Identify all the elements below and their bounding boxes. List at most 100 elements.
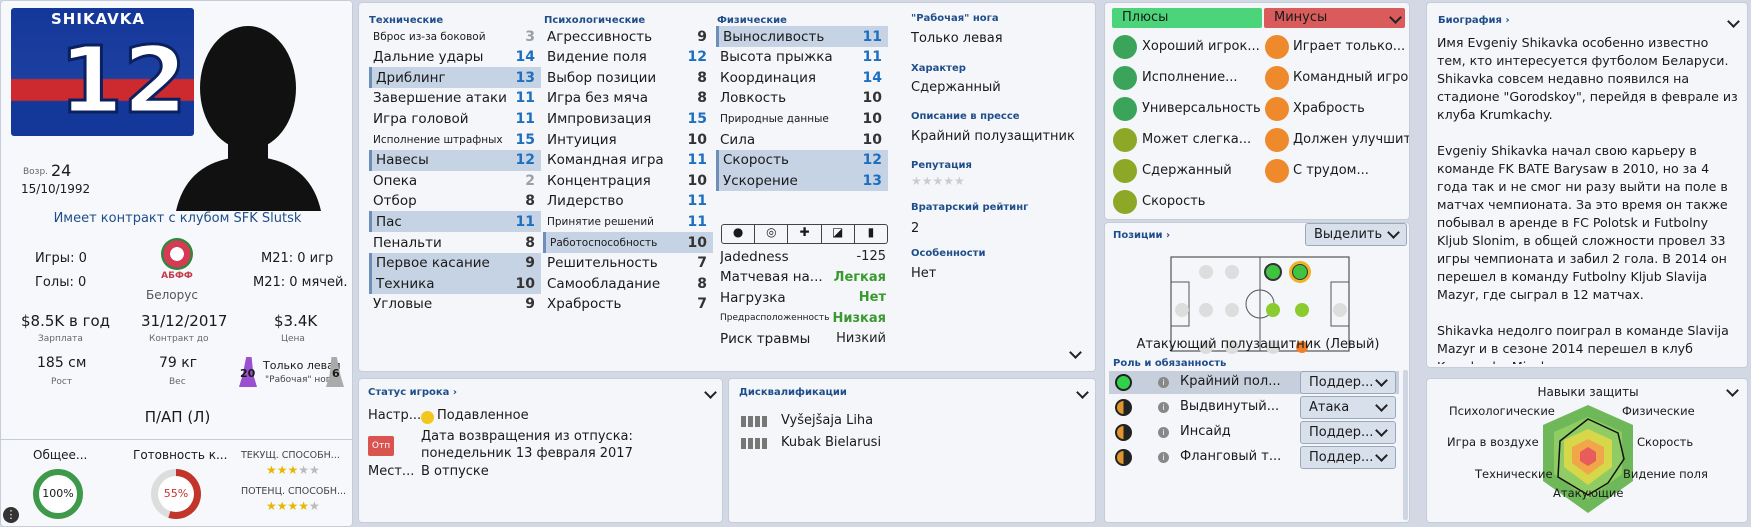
- attribute-row[interactable]: Агрессивность 9: [543, 26, 713, 47]
- pro-item[interactable]: Сдержанный: [1142, 163, 1232, 178]
- attribute-row[interactable]: Выбор позиции 8: [543, 67, 713, 88]
- chart-tab-icon[interactable]: ▮: [855, 225, 887, 243]
- con-item[interactable]: Должен улучшит...: [1293, 132, 1409, 147]
- attribute-row[interactable]: Игра головой 11: [369, 108, 541, 129]
- biography-chevron-icon[interactable]: [1727, 15, 1740, 28]
- character-header: Характер: [911, 63, 966, 74]
- info-icon[interactable]: i: [1158, 452, 1169, 463]
- attribute-row[interactable]: Отбор 8: [369, 191, 541, 212]
- attribute-row[interactable]: Дальние удары 14: [369, 47, 541, 68]
- attribute-row[interactable]: Самообладание 8: [543, 273, 713, 294]
- position-dot[interactable]: [1225, 265, 1239, 279]
- role-name[interactable]: Инсайд: [1180, 424, 1231, 439]
- attribute-row[interactable]: Угловые 9: [369, 294, 541, 315]
- role-name[interactable]: Фланговый т...: [1180, 449, 1281, 464]
- attribute-row[interactable]: Координация 14: [716, 67, 888, 88]
- pro-item[interactable]: Скорость: [1142, 194, 1205, 209]
- position-dot[interactable]: [1225, 303, 1239, 317]
- role-name[interactable]: Крайний пол...: [1180, 374, 1281, 389]
- attribute-row[interactable]: Концентрация 10: [543, 170, 713, 191]
- con-item[interactable]: С трудом...: [1293, 163, 1369, 178]
- attribute-row[interactable]: Первое касание 9: [369, 252, 541, 274]
- attribute-row[interactable]: Ускорение 13: [716, 170, 888, 192]
- position-dot[interactable]: [1175, 303, 1189, 317]
- attribute-row[interactable]: Решительность 7: [543, 253, 713, 274]
- position-dot[interactable]: [1199, 265, 1213, 279]
- pro-item[interactable]: Универсальность: [1142, 101, 1261, 116]
- attribute-row[interactable]: Природные данные 10: [716, 108, 888, 129]
- attribute-row[interactable]: Интуиция 10: [543, 129, 713, 150]
- con-item[interactable]: Играет только...: [1293, 39, 1405, 54]
- position-dot[interactable]: [1264, 263, 1282, 281]
- position-dot[interactable]: [1266, 303, 1280, 317]
- football-tab-icon[interactable]: ◎: [755, 225, 789, 243]
- attribute-row[interactable]: Опека 2: [369, 170, 541, 191]
- duty-value: Поддер...: [1309, 450, 1374, 465]
- pro-icon: [1113, 128, 1137, 152]
- attribute-row[interactable]: Игра без мяча 8: [543, 88, 713, 109]
- info-tab-icon[interactable]: ●: [722, 225, 756, 243]
- radar-axis-label: Психологические: [1449, 404, 1555, 418]
- attribute-row[interactable]: Командная игра 11: [543, 150, 713, 171]
- info-icon[interactable]: i: [1158, 402, 1169, 413]
- biography-panel: Биография › Имя Evgeniy Shikavka особенн…: [1426, 2, 1748, 368]
- positions-title[interactable]: Позиции ›: [1113, 230, 1170, 241]
- contract-status[interactable]: Имеет контракт с клубом SFK Slutsk: [1, 211, 352, 226]
- pros-cons-panel: Плюсы Минусы Хороший игрок... Исполнение.…: [1104, 2, 1410, 220]
- con-item[interactable]: Храбрость: [1293, 101, 1365, 116]
- attribute-row[interactable]: Работоспособность 10: [543, 232, 713, 253]
- attribute-row[interactable]: Дриблинг 13: [369, 67, 541, 89]
- position-dot[interactable]: [1199, 303, 1213, 317]
- pro-item[interactable]: Хороший игрок...: [1142, 39, 1260, 54]
- attribute-row[interactable]: Принятие решений 11: [543, 211, 713, 232]
- attribute-row[interactable]: Видение поля 12: [543, 47, 713, 68]
- info-icon[interactable]: ⋮: [3, 507, 19, 523]
- status-title[interactable]: Статус игрока ›: [368, 387, 457, 398]
- attribute-row[interactable]: Скорость 12: [716, 149, 888, 171]
- roles-scrollbar[interactable]: [1403, 370, 1408, 520]
- con-item[interactable]: Командный игрок: [1293, 70, 1409, 85]
- attribute-value: 8: [697, 90, 707, 107]
- info-icon[interactable]: i: [1158, 427, 1169, 438]
- attribute-row[interactable]: Пас 11: [369, 211, 541, 233]
- attribute-value: 11: [687, 213, 707, 230]
- attribute-row[interactable]: Выносливость 11: [716, 26, 888, 47]
- attribute-row[interactable]: Храбрость 7: [543, 294, 713, 315]
- attribute-row[interactable]: Сила 10: [716, 129, 888, 150]
- pro-item[interactable]: Исполнение...: [1142, 70, 1237, 85]
- position-dot[interactable]: [1333, 303, 1347, 317]
- suspensions-chevron-icon[interactable]: [1076, 386, 1089, 399]
- condition-name: Предрасположенность к т...: [720, 313, 833, 323]
- attribute-value: 13: [862, 172, 882, 189]
- nationality[interactable]: Белорус: [146, 288, 198, 302]
- biography-title[interactable]: Биография ›: [1438, 15, 1510, 26]
- attribute-row[interactable]: Исполнение штрафных 15: [369, 129, 541, 150]
- attribute-row[interactable]: Ловкость 10: [716, 88, 888, 109]
- attribute-row[interactable]: Завершение атаки 11: [369, 88, 541, 109]
- attribute-value: 10: [862, 110, 882, 127]
- attribute-row[interactable]: Пенальти 8: [369, 232, 541, 253]
- attribute-row[interactable]: Высота прыжка 11: [716, 47, 888, 68]
- attribute-row[interactable]: Техника 10: [369, 273, 541, 295]
- medical-tab-icon[interactable]: ✚: [788, 225, 822, 243]
- status-chevron-icon[interactable]: [704, 386, 717, 399]
- attribute-row[interactable]: Лидерство 11: [543, 191, 713, 212]
- press-value: Крайний полузащитник: [911, 129, 1075, 144]
- attribute-name: Самообладание: [547, 275, 661, 292]
- training-tab-icon[interactable]: ◪: [822, 225, 855, 243]
- attribute-row[interactable]: Вброс из-за боковой 3: [369, 26, 541, 47]
- wage-value: $8.5K в год: [21, 312, 111, 330]
- pro-icon: [1113, 97, 1137, 121]
- role-name[interactable]: Выдвинутый...: [1180, 399, 1279, 414]
- attribute-name: Пас: [376, 213, 402, 230]
- pro-item[interactable]: Может слегка...: [1142, 132, 1251, 147]
- expand-chevron-icon[interactable]: [1069, 346, 1082, 359]
- attribute-row[interactable]: Навесы 12: [369, 149, 541, 171]
- value-amount: $3.4K: [274, 312, 318, 330]
- duty-value: Поддер...: [1309, 375, 1374, 390]
- attribute-row[interactable]: Импровизация 15: [543, 108, 713, 129]
- national-team-logo-text: АБФФ: [161, 271, 193, 281]
- height-value: 185 см: [37, 355, 87, 371]
- info-icon[interactable]: i: [1158, 377, 1169, 388]
- position-dot[interactable]: [1295, 303, 1309, 317]
